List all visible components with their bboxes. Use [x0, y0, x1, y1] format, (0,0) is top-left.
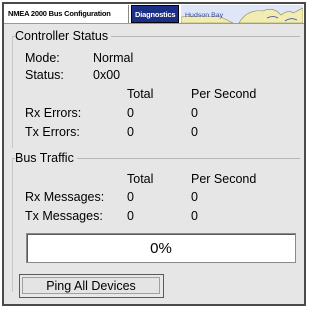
rx-errors-per-second: 0: [191, 106, 198, 120]
rx-errors-total: 0: [127, 106, 134, 120]
errors-total-header: Total: [127, 87, 154, 101]
bus-traffic-title: Bus Traffic: [15, 151, 77, 165]
bus-traffic-group: Bus Traffic: [12, 151, 300, 292]
traffic-per-second-header: Per Second: [191, 172, 257, 186]
rx-messages-total: 0: [127, 190, 134, 204]
map-label: Hudson Bay: [185, 12, 224, 19]
tx-errors-total: 0: [127, 125, 134, 139]
tx-messages-total: 0: [127, 209, 134, 223]
rx-errors-label: Rx Errors:: [25, 106, 82, 120]
ping-button-label: Ping All Devices: [22, 277, 160, 294]
mode-label: Mode:: [25, 51, 60, 65]
chart-map-preview: Hudson Bay: [181, 5, 303, 23]
rx-messages-per-second: 0: [191, 190, 198, 204]
progress-percent: 0%: [150, 240, 172, 257]
tx-errors-per-second: 0: [191, 125, 198, 139]
diagnostics-window: NMEA 2000 Bus Configuration Diagnostics …: [2, 2, 306, 306]
tx-messages-label: Tx Messages:: [25, 209, 103, 223]
traffic-total-header: Total: [127, 172, 154, 186]
controller-status-title: Controller Status: [15, 29, 112, 43]
tab-bus-configuration[interactable]: NMEA 2000 Bus Configuration: [5, 5, 129, 23]
errors-per-second-header: Per Second: [191, 87, 257, 101]
tab-bar: NMEA 2000 Bus Configuration Diagnostics …: [4, 4, 304, 24]
mode-value: Normal: [93, 51, 134, 65]
ping-all-devices-button[interactable]: Ping All Devices: [19, 274, 164, 298]
status-label: Status:: [25, 68, 64, 82]
tab-diagnostics[interactable]: Diagnostics: [131, 5, 179, 23]
bus-load-progress-bar: 0%: [26, 233, 296, 263]
status-value: 0x00: [93, 68, 121, 82]
tx-errors-label: Tx Errors:: [25, 125, 80, 139]
rx-messages-label: Rx Messages:: [25, 190, 105, 204]
tx-messages-per-second: 0: [191, 209, 198, 223]
